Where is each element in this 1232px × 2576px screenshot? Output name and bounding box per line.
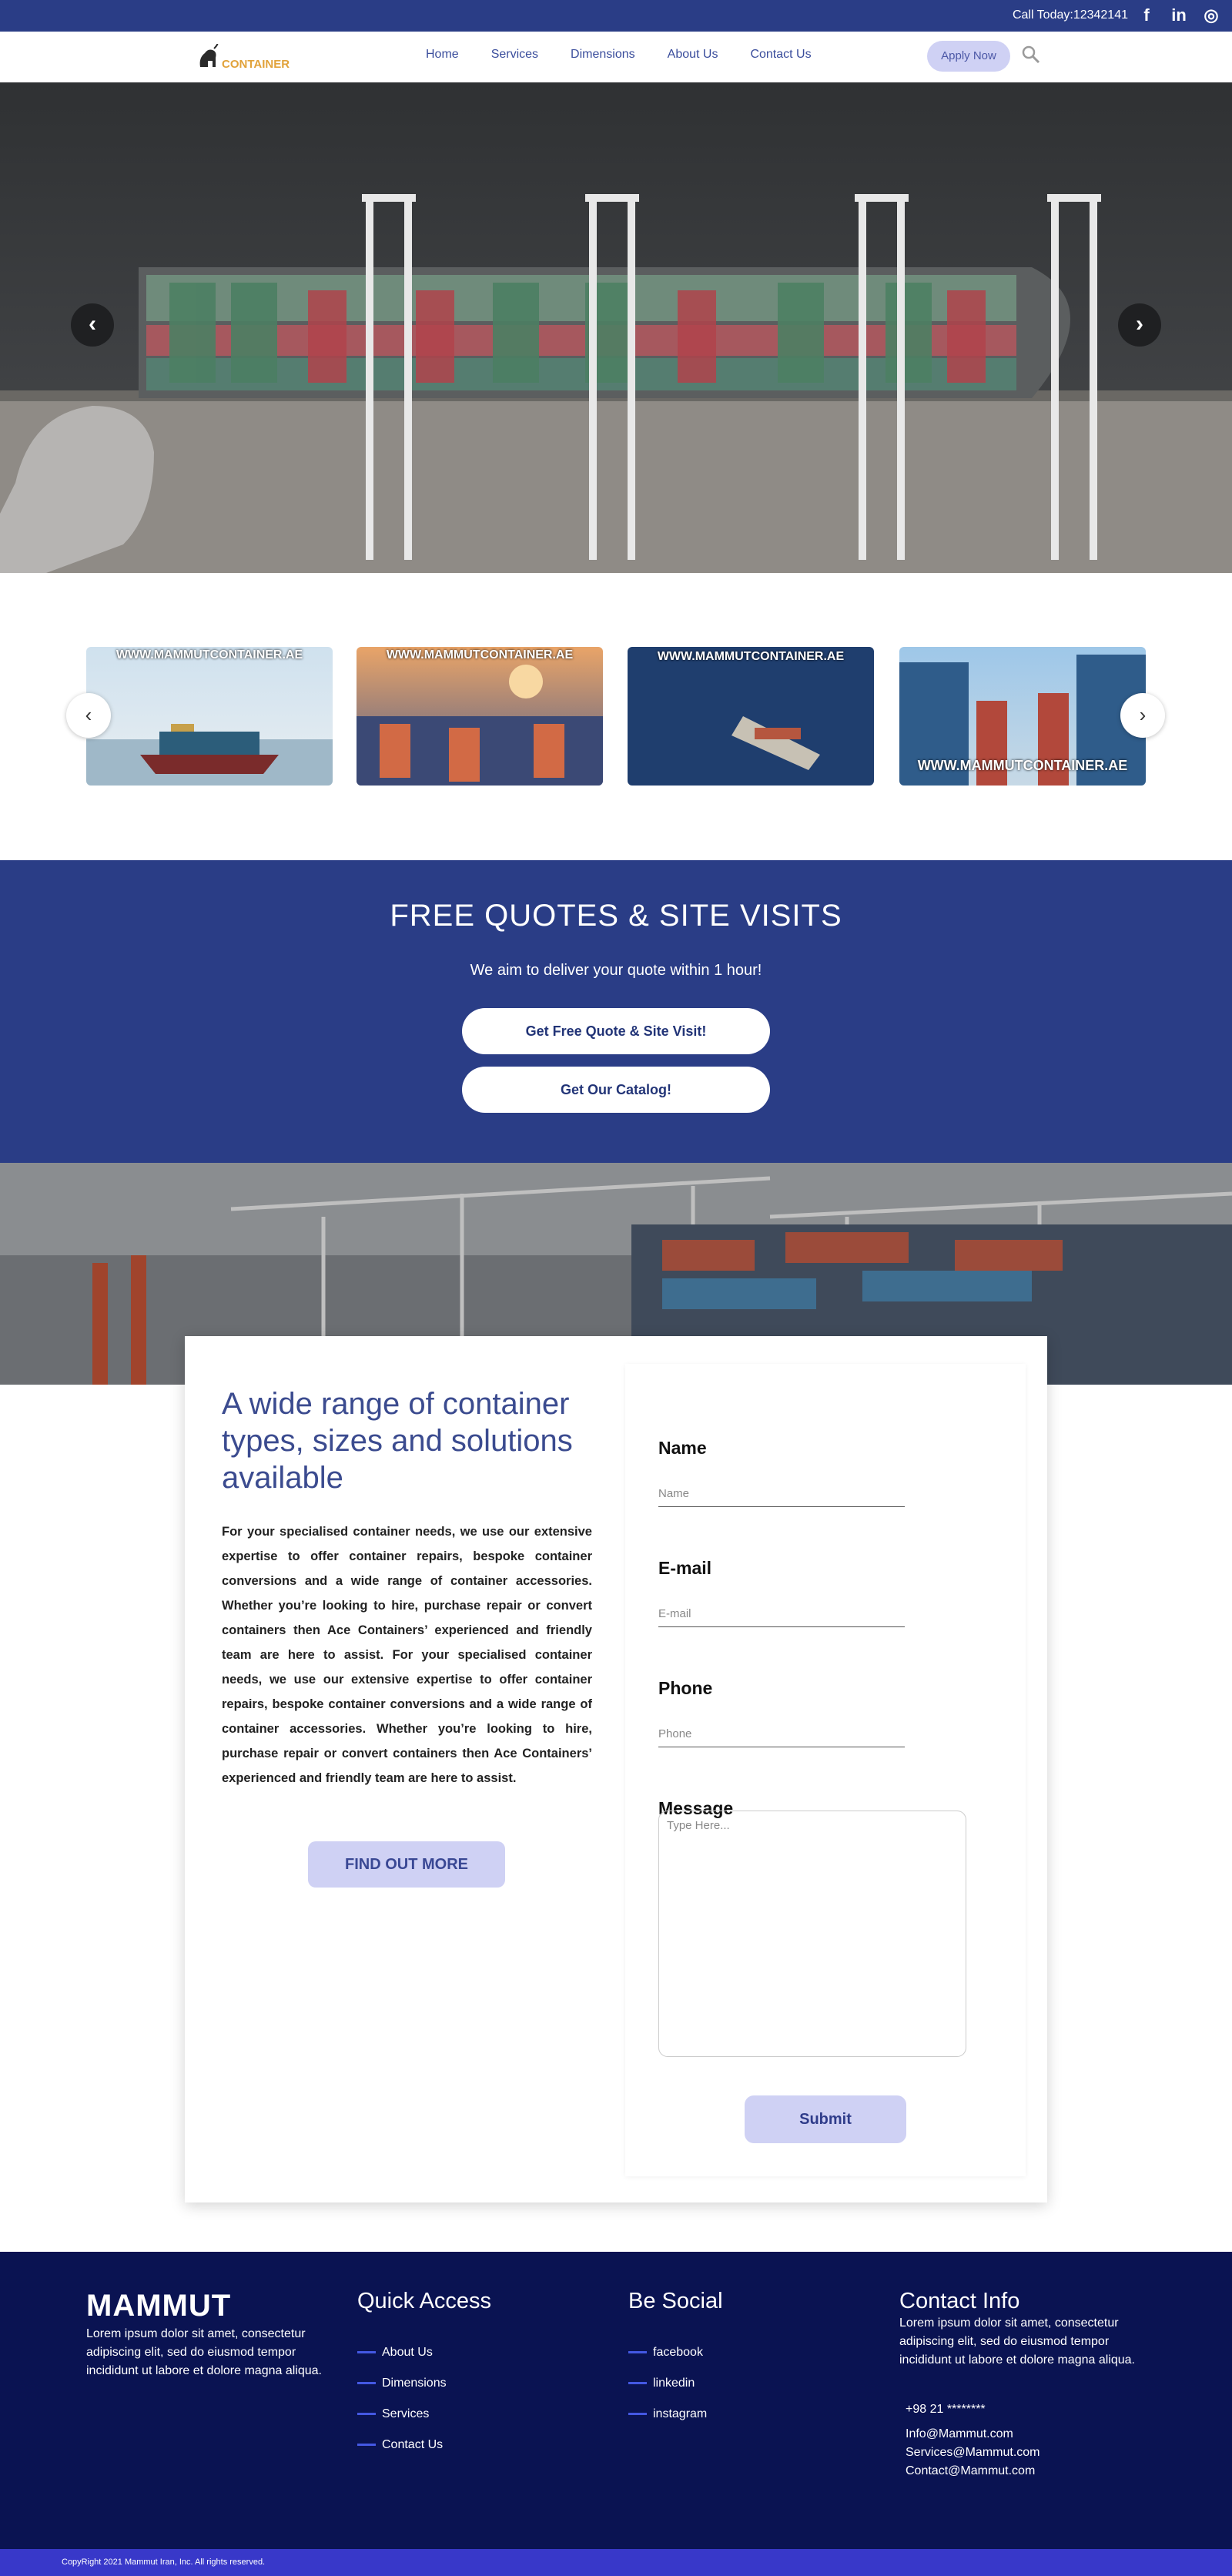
contact-info-desc: Lorem ipsum dolor sit amet, consectetur … xyxy=(899,2316,1135,2367)
find-out-more-button[interactable]: FIND OUT MORE xyxy=(308,1841,505,1888)
email-input[interactable]: E-mail xyxy=(658,1600,905,1627)
gallery-carousel: WWW.MAMMUTCONTAINER.AE WWW.MAMMUTCONTAIN… xyxy=(0,573,1232,860)
gallery-item[interactable]: WWW.MAMMUTCONTAINER.AE xyxy=(86,647,333,786)
mammoth-logo-icon xyxy=(199,44,219,67)
logo[interactable]: CONTAINER xyxy=(197,41,290,75)
free-quote-button[interactable]: Get Free Quote & Site Visit! xyxy=(462,1008,770,1054)
footer: MAMMUT Lorem ipsum dolor sit amet, conse… xyxy=(0,2252,1232,2549)
contact-email-contact[interactable]: Contact@Mammut.com xyxy=(906,2462,1138,2481)
contact-form: Name Name E-mail E-mail Phone Phone Mess… xyxy=(625,1364,1026,2176)
nav-about-us[interactable]: About Us xyxy=(668,48,718,62)
quick-access-title: Quick Access xyxy=(357,2289,492,2313)
footer-quick-access: Quick Access About Us Dimensions Service… xyxy=(357,2289,491,2460)
instagram-icon[interactable]: ◎ xyxy=(1201,5,1221,26)
hero-next-arrow[interactable]: › xyxy=(1118,303,1161,347)
main-nav: CONTAINER Home Services Dimensions About… xyxy=(0,32,1232,82)
phone-label: Phone xyxy=(658,1678,713,1698)
footer-link-linkedin[interactable]: linkedin xyxy=(628,2368,723,2399)
be-social-title: Be Social xyxy=(628,2289,723,2313)
copyright-bar: CopyRight 2021 Mammut Iran, Inc. All rig… xyxy=(0,2549,1232,2576)
linkedin-icon[interactable]: in xyxy=(1169,5,1189,26)
submit-button[interactable]: Submit xyxy=(745,2095,906,2143)
nav-menu: Home Services Dimensions About Us Contac… xyxy=(426,48,844,62)
call-today-text: Call Today:12342141 xyxy=(1012,8,1128,22)
about-title: A wide range of container types, sizes a… xyxy=(222,1387,573,1495)
port-thumbnail-image xyxy=(357,665,603,786)
gallery-next-arrow[interactable]: › xyxy=(1120,693,1165,738)
footer-contact-info: Contact Info Lorem ipsum dolor sit amet,… xyxy=(899,2289,1138,2481)
nav-services[interactable]: Services xyxy=(491,48,538,62)
contact-email-services[interactable]: Services@Mammut.com xyxy=(906,2444,1138,2462)
about-card: A wide range of container types, sizes a… xyxy=(185,1336,1047,2202)
name-label: Name xyxy=(658,1438,707,1458)
sea-thumbnail-image xyxy=(732,716,820,770)
footer-link-dimensions[interactable]: Dimensions xyxy=(357,2368,491,2399)
contact-email-info[interactable]: Info@Mammut.com xyxy=(906,2425,1138,2444)
hero-slider: ‹ › xyxy=(0,82,1232,573)
quotes-subtitle: We aim to deliver your quote within 1 ho… xyxy=(470,962,762,979)
name-input[interactable]: Name xyxy=(658,1479,905,1507)
apply-now-button[interactable]: Apply Now xyxy=(927,41,1010,72)
gallery-prev-arrow[interactable]: ‹ xyxy=(66,693,111,738)
footer-link-about-us[interactable]: About Us xyxy=(357,2337,491,2368)
gallery-item-label: WWW.MAMMUTCONTAINER.AE xyxy=(917,758,1128,773)
gallery-item[interactable]: WWW.MAMMUTCONTAINER.AE xyxy=(899,647,1146,786)
catalog-button[interactable]: Get Our Catalog! xyxy=(462,1067,770,1113)
contact-phone[interactable]: +98 21 ******** xyxy=(906,2400,1138,2419)
top-bar: Call Today:12342141 f in ◎ xyxy=(0,0,1232,32)
footer-brand: MAMMUT xyxy=(86,2289,232,2323)
search-icon[interactable] xyxy=(1021,45,1041,65)
phone-input[interactable]: Phone xyxy=(658,1720,905,1747)
quotes-title: FREE QUOTES & SITE VISITS xyxy=(390,899,842,933)
footer-brand-column: MAMMUT Lorem ipsum dolor sit amet, conse… xyxy=(86,2289,325,2380)
gallery-item-label: WWW.MAMMUTCONTAINER.AE xyxy=(657,650,845,663)
logo-text: CONTAINER xyxy=(222,58,290,71)
footer-link-facebook[interactable]: facebook xyxy=(628,2337,723,2368)
top-social-icons: f in ◎ xyxy=(1137,5,1221,26)
gallery-item-label: WWW.MAMMUTCONTAINER.AE xyxy=(116,648,303,662)
hero-image xyxy=(0,82,1232,573)
facebook-icon[interactable]: f xyxy=(1137,5,1157,26)
message-textarea[interactable]: Type Here... xyxy=(658,1811,966,2057)
gallery-item-label: WWW.MAMMUTCONTAINER.AE xyxy=(386,648,574,662)
gallery-item[interactable]: WWW.MAMMUTCONTAINER.AE xyxy=(628,647,874,786)
free-quotes-section: FREE QUOTES & SITE VISITS We aim to deli… xyxy=(0,860,1232,1163)
contact-info-title: Contact Info xyxy=(899,2289,1020,2313)
ship-thumbnail-image xyxy=(86,724,333,786)
about-body: For your specialised container needs, we… xyxy=(222,1525,592,1785)
contact-lines: +98 21 ******** Info@Mammut.com Services… xyxy=(899,2400,1138,2481)
footer-link-instagram[interactable]: instagram xyxy=(628,2399,723,2430)
gallery-item[interactable]: WWW.MAMMUTCONTAINER.AE xyxy=(357,647,603,786)
footer-brand-desc: Lorem ipsum dolor sit amet, consectetur … xyxy=(86,2327,322,2377)
footer-link-services[interactable]: Services xyxy=(357,2399,491,2430)
footer-be-social: Be Social facebook linkedin instagram xyxy=(628,2289,723,2430)
email-label: E-mail xyxy=(658,1558,712,1578)
nav-home[interactable]: Home xyxy=(426,48,459,62)
nav-contact-us[interactable]: Contact Us xyxy=(750,48,811,62)
nav-dimensions[interactable]: Dimensions xyxy=(571,48,635,62)
hero-prev-arrow[interactable]: ‹ xyxy=(71,303,114,347)
footer-link-contact-us[interactable]: Contact Us xyxy=(357,2430,491,2460)
